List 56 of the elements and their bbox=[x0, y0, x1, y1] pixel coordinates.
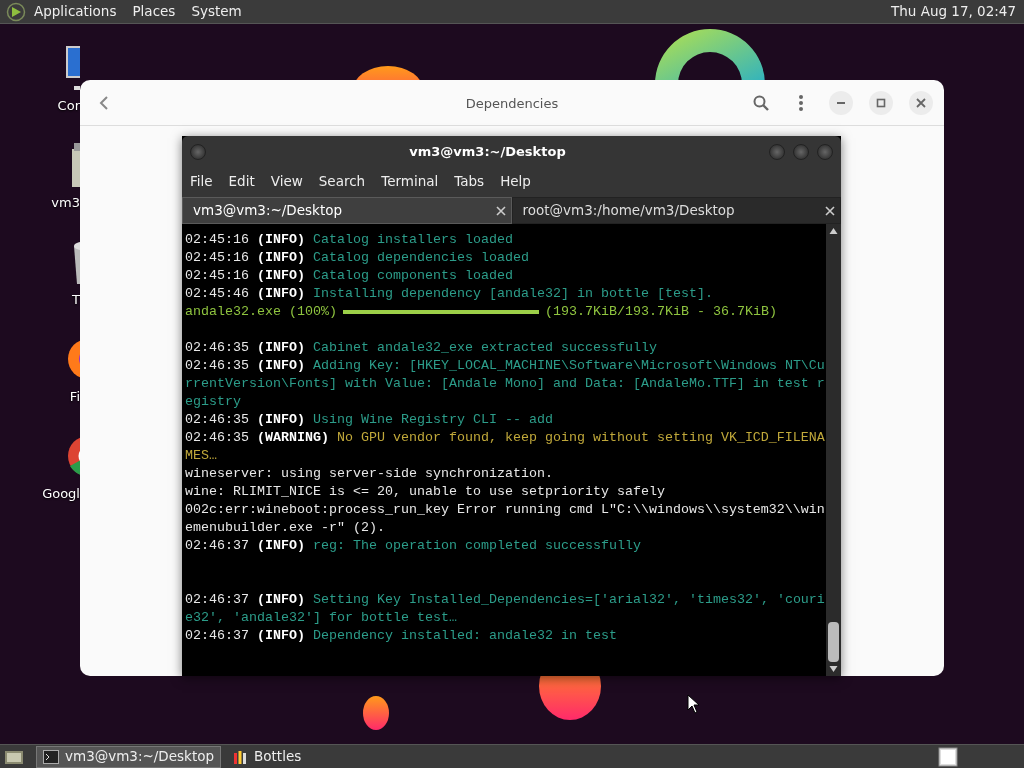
terminal-tab[interactable]: root@vm3:/home/vm3/Desktop bbox=[511, 197, 841, 224]
taskbar-button[interactable]: Bottles bbox=[225, 745, 309, 768]
output-line: 002c:err:wineboot:process_run_key Error running cmd L"C:\\windows\\system32\\winemenubuilder.exe -r" (2). bbox=[185, 501, 825, 537]
log-line: 02:45:16 (INFO) Catalog dependencies loaded bbox=[185, 249, 530, 267]
log-line: 02:46:35 (INFO) Using Wine Registry CLI -- add bbox=[185, 411, 554, 429]
close-icon[interactable] bbox=[825, 205, 835, 216]
icon-label[interactable]: Googl bbox=[42, 484, 80, 504]
log-line: 02:46:35 (WARNING) No GPU vendor found, keep going without setting VK_ICD_FILENAMES… bbox=[185, 429, 825, 465]
clock[interactable]: Thu Aug 17, 02:47 bbox=[891, 1, 1016, 22]
panel-menu[interactable]: Applications bbox=[34, 1, 117, 22]
menu-item[interactable]: Search bbox=[318, 170, 366, 192]
panel-menu[interactable]: System bbox=[191, 1, 242, 22]
workspace-icon[interactable] bbox=[938, 746, 958, 767]
output-line: wineserver: using server-side synchronization. bbox=[185, 465, 554, 483]
search-icon bbox=[753, 95, 769, 111]
window-button[interactable] bbox=[190, 144, 206, 160]
icon-label[interactable]: Cor bbox=[57, 96, 80, 116]
mouse-pointer-icon bbox=[687, 694, 701, 714]
close-icon[interactable] bbox=[495, 205, 506, 216]
menu-item[interactable]: File bbox=[190, 170, 213, 192]
log-line: 02:46:37 (INFO) reg: The operation completed successfully bbox=[185, 537, 642, 555]
window-title: Dependencies bbox=[465, 95, 559, 113]
menu-item[interactable]: View bbox=[270, 170, 303, 192]
terminal-icon bbox=[43, 748, 59, 765]
log-line: 02:46:37 (INFO) Setting Key Installed_Dependencies=['arial32', 'times32', 'courie32', 'andale32'] for bottle test… bbox=[185, 591, 825, 627]
menu-item[interactable]: Terminal bbox=[381, 170, 439, 192]
minimize-button[interactable] bbox=[829, 91, 853, 115]
terminal-tab[interactable]: vm3@vm3:~/Desktop bbox=[182, 197, 512, 224]
progress-label: andale32.exe (100%) bbox=[185, 303, 337, 321]
maximize-icon bbox=[876, 98, 886, 108]
chevron-icon bbox=[99, 96, 109, 110]
icon-label[interactable]: vm3 bbox=[51, 193, 80, 213]
output-line: wine: RLIMIT_NICE is <= 20, unable to use setpriority safely bbox=[185, 483, 666, 501]
menu-item[interactable]: Help bbox=[500, 170, 531, 192]
log-line: 02:45:16 (INFO) Catalog components loaded bbox=[185, 267, 514, 285]
maximize-button[interactable] bbox=[869, 91, 893, 115]
blob-shape bbox=[363, 696, 389, 730]
progress-reading: (193.7KiB/193.7KiB - 36.7KiB) bbox=[544, 303, 777, 321]
log-line: 02:46:35 (INFO) Cabinet andale32_exe extracted successfully bbox=[185, 339, 658, 357]
menu-item[interactable]: Tabs bbox=[454, 170, 485, 192]
logo-icon[interactable] bbox=[6, 1, 26, 22]
kebab-icon bbox=[798, 94, 804, 112]
close-icon bbox=[916, 98, 926, 108]
window-title: vm3@vm3:~/Desktop bbox=[408, 143, 567, 162]
log-line: 02:46:37 (INFO) Dependency installed: andale32 in test bbox=[185, 627, 618, 645]
bottles-icon bbox=[232, 748, 249, 765]
log-line: 02:45:16 (INFO) Catalog installers loaded bbox=[185, 231, 514, 249]
icon-label[interactable]: T bbox=[72, 290, 80, 310]
panel-menu[interactable]: Places bbox=[132, 1, 176, 22]
icon-label[interactable]: Fi bbox=[69, 387, 80, 407]
minimize-icon bbox=[836, 102, 846, 104]
close-button[interactable] bbox=[909, 91, 933, 115]
log-line: 02:45:46 (INFO) Installing dependency [andale32] in bottle [test]. bbox=[185, 285, 714, 303]
log-line: 02:46:35 (INFO) Adding Key: [HKEY_LOCAL_MACHINE\Software\Microsoft\Windows NT\CurrentVersion\Fonts] with Value: [Andale Mono] and Data: [AndaleMo.TTF] in test registry bbox=[185, 357, 825, 411]
taskbar-button[interactable]: vm3@vm3:~/Desktop bbox=[36, 745, 222, 768]
menu-item[interactable]: Edit bbox=[228, 170, 255, 192]
